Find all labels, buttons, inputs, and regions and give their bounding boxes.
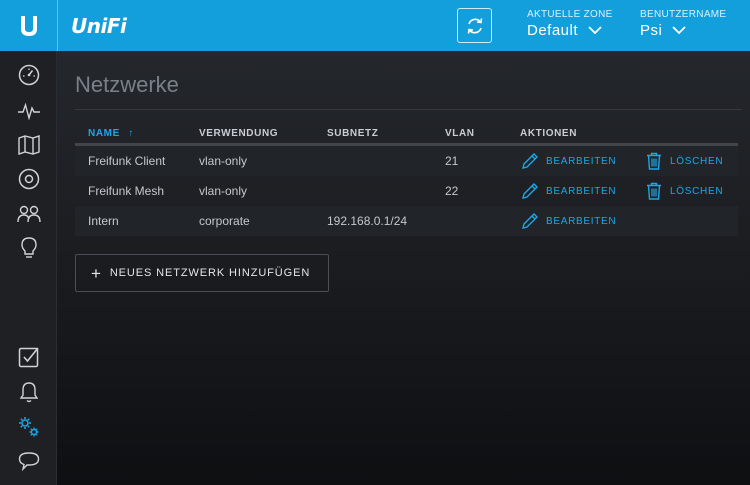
sidebar-item-settings[interactable] — [17, 415, 41, 439]
column-header-usage[interactable]: VERWENDUNG — [199, 128, 278, 139]
edit-button[interactable]: BEARBEITEN — [521, 212, 616, 230]
sidebar-item-alerts[interactable] — [17, 345, 41, 369]
network-usage: corporate — [199, 214, 250, 228]
sidebar-item-notifications[interactable] — [17, 380, 41, 404]
sidebar-item-devices[interactable] — [17, 167, 41, 191]
pencil-icon — [522, 183, 538, 199]
pencil-icon — [522, 153, 538, 169]
edit-button-label: BEARBEITEN — [546, 215, 617, 227]
dashboard-icon — [18, 64, 40, 86]
sidebar-item-map[interactable] — [17, 133, 41, 157]
column-header-name-label: NAME — [88, 128, 120, 139]
chevron-down-icon — [672, 26, 686, 35]
delete-button[interactable]: LÖSCHEN — [645, 182, 723, 200]
network-usage: vlan-only — [199, 154, 248, 168]
table-row: Freifunk Client vlan-only 21 BEARBEITEN … — [75, 146, 738, 176]
table-header: NAME ↑ VERWENDUNG SUBNETZ VLAN AKTIONEN — [75, 121, 738, 146]
delete-button-label: LÖSCHEN — [670, 185, 724, 197]
edit-button[interactable]: BEARBEITEN — [521, 182, 616, 200]
ubiquiti-logo-icon — [20, 15, 37, 36]
sidebar — [0, 51, 57, 485]
network-vlan: 22 — [445, 184, 459, 198]
zone-value: Default — [527, 22, 579, 39]
network-name: Freifunk Mesh — [88, 184, 165, 198]
clients-icon — [17, 205, 41, 223]
bell-icon — [19, 382, 39, 403]
network-subnet: 192.168.0.1/24 — [327, 214, 408, 228]
user-value: Psi — [640, 22, 663, 39]
network-usage: vlan-only — [199, 184, 248, 198]
column-header-name[interactable]: NAME ↑ — [88, 128, 134, 139]
devices-icon — [18, 168, 40, 190]
chat-bubble-icon — [18, 452, 40, 472]
column-header-actions: AKTIONEN — [520, 128, 578, 139]
logo-separator — [57, 0, 58, 51]
edit-button-label: BEARBEITEN — [546, 155, 617, 167]
trash-icon — [647, 182, 661, 200]
settings-gears-icon — [19, 417, 39, 437]
checklist-icon — [18, 347, 39, 368]
network-name: Freifunk Client — [88, 154, 166, 168]
edit-button[interactable]: BEARBEITEN — [521, 152, 616, 170]
title-divider — [75, 109, 742, 110]
user-label: BENUTZERNAME — [640, 9, 727, 20]
sidebar-item-statistics[interactable] — [17, 99, 41, 123]
column-header-vlan[interactable]: VLAN — [445, 128, 475, 139]
page-title: Netzwerke — [75, 72, 179, 97]
table-row: Intern corporate 192.168.0.1/24 BEARBEIT… — [75, 206, 738, 236]
sidebar-item-clients[interactable] — [17, 202, 41, 226]
refresh-icon — [467, 17, 482, 34]
main-content: Netzwerke NAME ↑ VERWENDUNG SUBNETZ VLAN… — [57, 51, 750, 485]
add-network-label: NEUES NETZWERK HINZUFÜGEN — [109, 267, 311, 279]
chevron-down-icon — [588, 26, 602, 35]
delete-button[interactable]: LÖSCHEN — [645, 152, 723, 170]
sort-ascending-icon: ↑ — [128, 128, 134, 139]
delete-button-label: LÖSCHEN — [670, 155, 724, 167]
column-header-subnet[interactable]: SUBNETZ — [327, 128, 378, 139]
networks-table: NAME ↑ VERWENDUNG SUBNETZ VLAN AKTIONEN … — [75, 121, 738, 236]
brand-name: UniFi — [71, 13, 127, 38]
add-network-button[interactable]: + NEUES NETZWERK HINZUFÜGEN — [75, 254, 329, 292]
table-row: Freifunk Mesh vlan-only 22 BEARBEITEN LÖ… — [75, 176, 738, 206]
refresh-button[interactable] — [457, 8, 492, 43]
sidebar-item-insights[interactable] — [17, 236, 41, 260]
user-selector[interactable]: BENUTZERNAME Psi — [640, 9, 726, 39]
network-name: Intern — [88, 214, 119, 228]
pencil-icon — [522, 213, 538, 229]
zone-label: AKTUELLE ZONE — [527, 9, 613, 20]
ubiquiti-logo[interactable] — [0, 0, 57, 51]
network-vlan: 21 — [445, 154, 459, 168]
trash-icon — [647, 152, 661, 170]
zone-selector[interactable]: AKTUELLE ZONE Default — [527, 9, 613, 39]
plus-icon: + — [91, 263, 102, 283]
sidebar-item-support[interactable] — [17, 449, 41, 473]
insights-icon — [21, 237, 37, 258]
edit-button-label: BEARBEITEN — [546, 185, 617, 197]
statistics-icon — [18, 102, 40, 121]
sidebar-item-dashboard[interactable] — [17, 63, 41, 87]
top-bar: UniFi AKTUELLE ZONE Default BENUTZERNAME… — [0, 0, 750, 51]
map-icon — [18, 135, 40, 155]
